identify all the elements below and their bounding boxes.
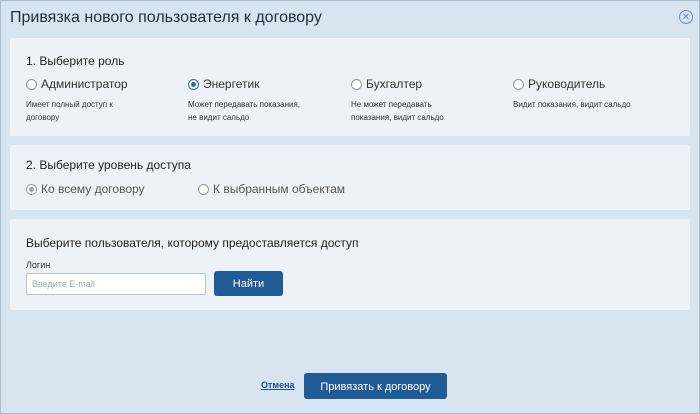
user-section-title: Выберите пользователя, которому предоста… <box>26 236 359 250</box>
desc-line: Может передавать показания, <box>188 100 301 109</box>
role-option-label: Бухгалтер <box>366 77 423 91</box>
dialog-titlebar: Привязка нового пользователя к договору … <box>1 1 699 37</box>
role-option-label: Руководитель <box>528 77 606 91</box>
role-desc-accountant: Не может передавать показания, видит сал… <box>351 98 444 124</box>
bind-user-dialog: Привязка нового пользователя к договору … <box>0 0 700 414</box>
close-icon[interactable]: ✕ <box>679 10 693 24</box>
email-input[interactable] <box>26 273 206 295</box>
role-desc-energetic: Может передавать показания, не видит сал… <box>188 98 300 124</box>
find-button[interactable]: Найти <box>214 271 283 296</box>
radio-checked-icon[interactable] <box>188 78 199 90</box>
radio-checked-icon[interactable] <box>26 183 37 195</box>
cancel-link[interactable]: Отмена <box>261 380 295 390</box>
role-option-accountant[interactable]: Бухгалтер <box>351 77 422 91</box>
dialog-footer: Отмена Привязать к договору <box>1 373 699 399</box>
access-section-title: 2. Выберите уровень доступа <box>26 158 191 172</box>
radio-icon[interactable] <box>26 78 37 90</box>
desc-line: не видит сальдо <box>188 113 250 122</box>
access-option-label: К выбранным объектам <box>213 182 345 196</box>
desc-line: договору <box>26 113 60 122</box>
role-desc-manager: Видит показания, видит сальдо <box>513 98 631 111</box>
desc-line: Видит показания, видит сальдо <box>513 100 631 109</box>
role-desc-admin: Имеет полный доступ к договору <box>26 98 113 124</box>
access-option-label: Ко всему договору <box>41 182 145 196</box>
radio-icon[interactable] <box>198 183 209 195</box>
role-option-admin[interactable]: Администратор <box>26 77 128 91</box>
role-panel: 1. Выберите роль Администратор Имеет пол… <box>10 38 690 136</box>
role-option-label: Администратор <box>41 77 128 91</box>
desc-line: Имеет полный доступ к <box>26 100 113 109</box>
access-option-whole-contract[interactable]: Ко всему договору <box>26 182 145 196</box>
bind-to-contract-button[interactable]: Привязать к договору <box>304 373 447 399</box>
desc-line: Не может передавать <box>351 100 432 109</box>
role-option-label: Энергетик <box>203 77 260 91</box>
user-panel: Выберите пользователя, которому предоста… <box>10 219 690 310</box>
role-section-title: 1. Выберите роль <box>26 54 125 68</box>
login-label: Логин <box>26 260 51 270</box>
role-option-energetic[interactable]: Энергетик <box>188 77 259 91</box>
role-option-manager[interactable]: Руководитель <box>513 77 605 91</box>
dialog-title: Привязка нового пользователя к договору <box>10 9 322 26</box>
desc-line: показания, видит сальдо <box>351 113 444 122</box>
dialog-body: 1. Выберите роль Администратор Имеет пол… <box>10 38 690 310</box>
radio-icon[interactable] <box>351 78 362 90</box>
access-panel: 2. Выберите уровень доступа Ко всему дог… <box>10 145 690 210</box>
radio-icon[interactable] <box>513 78 524 90</box>
access-option-selected-objects[interactable]: К выбранным объектам <box>198 182 345 196</box>
